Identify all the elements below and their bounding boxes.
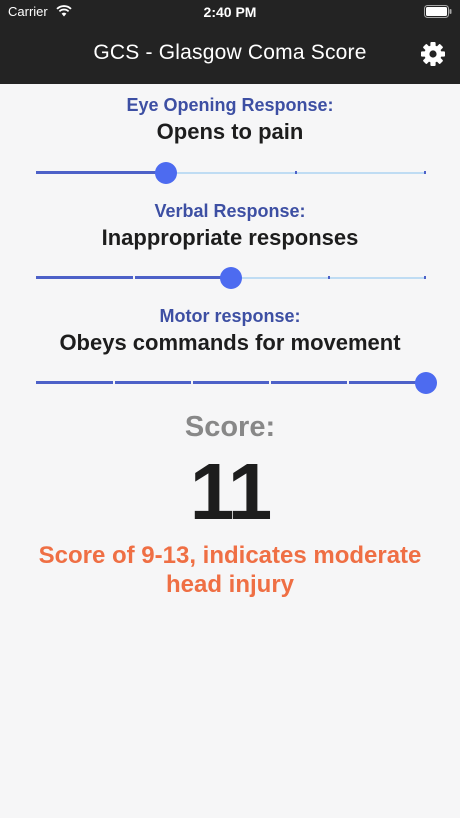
slider-step-tick [295, 171, 297, 174]
verbal-response-slider[interactable] [36, 263, 426, 293]
score-label: Score: [184, 411, 276, 443]
slider-thumb[interactable] [155, 162, 177, 184]
motor-response-value: Obeys commands for movement [59, 330, 401, 355]
verbal-response-value: Inappropriate responses [101, 225, 359, 250]
battery-icon [424, 5, 452, 18]
slider-step-tick [132, 276, 135, 279]
eye-response-slider[interactable] [36, 158, 426, 188]
slider-step-tick [191, 381, 193, 384]
slider-thumb[interactable] [220, 267, 242, 289]
slider-fill [36, 381, 426, 384]
slider-step-tick [424, 171, 426, 174]
status-time: 2:40 PM [203, 4, 257, 20]
motor-response-label: Motor response: [159, 306, 301, 326]
slider-thumb[interactable] [415, 372, 437, 394]
eye-response-label: Eye Opening Response: [126, 95, 334, 115]
slider-step-tick [113, 381, 115, 384]
slider-step-tick [424, 276, 426, 279]
nav-bar: GCS - Glasgow Coma Score [0, 26, 460, 84]
slider-step-tick [269, 381, 271, 384]
score-value: 11 [189, 447, 273, 536]
status-bar: Carrier 2:40 PM [0, 0, 460, 26]
motor-response-slider[interactable] [36, 368, 437, 398]
slider-fill [36, 171, 166, 174]
nav-title: GCS - Glasgow Coma Score [93, 41, 367, 64]
eye-response-value: Opens to pain [156, 119, 304, 144]
gear-icon[interactable] [420, 41, 446, 67]
slider-step-tick [347, 381, 349, 384]
verbal-response-label: Verbal Response: [154, 201, 306, 221]
slider-step-tick [327, 276, 330, 279]
score-message: Score of 9-13, indicates moderate head i… [38, 542, 422, 598]
